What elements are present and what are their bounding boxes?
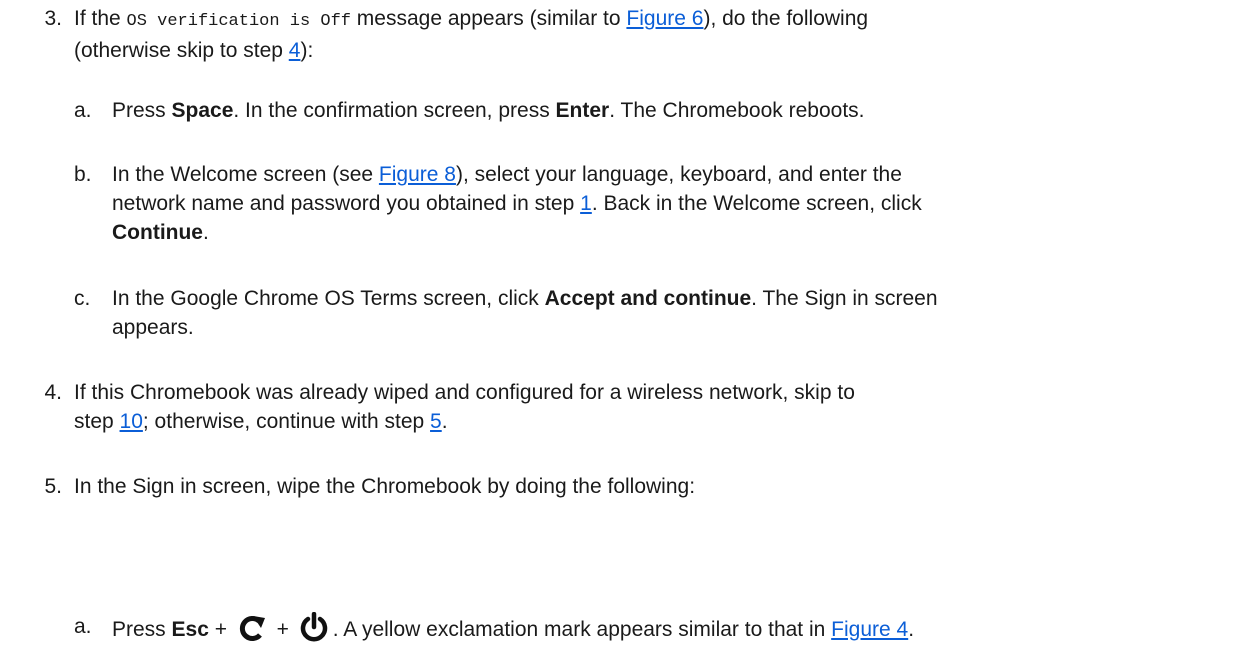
step-text: In the Welcome screen (see Figure 8), se…: [112, 163, 922, 244]
step-text: In the Sign in screen, wipe the Chromebo…: [74, 475, 696, 498]
key-esc: Esc: [171, 618, 209, 641]
step-text: In the Google Chrome OS Terms screen, cl…: [112, 287, 938, 339]
step-number: 4.: [44, 381, 62, 404]
figure-6-link[interactable]: Figure 6: [626, 7, 703, 30]
power-icon: [298, 611, 330, 650]
step-4-link[interactable]: 4: [289, 39, 301, 62]
step-5-link[interactable]: 5: [430, 410, 442, 433]
step-number: 3.: [44, 7, 62, 30]
step-text: If the OS verification is Off message ap…: [74, 7, 869, 62]
step-text: Press Space. In the confirmation screen,…: [112, 99, 865, 122]
sub-step-letter: a.: [74, 99, 92, 122]
refresh-icon: [236, 614, 268, 650]
step-10-link[interactable]: 10: [120, 410, 143, 433]
sub-step-letter: c.: [74, 287, 91, 310]
step-1-link[interactable]: 1: [580, 192, 592, 215]
step-text: Press Esc + + . A yellow exclamation mar…: [112, 611, 1203, 650]
key-space: Space: [171, 99, 234, 122]
step-text: If this Chromebook was already wiped and…: [74, 381, 855, 433]
code-text: OS verification is Off: [126, 12, 351, 31]
figure-4-link[interactable]: Figure 4: [831, 618, 908, 641]
continue-label: Continue: [112, 221, 203, 244]
document-page: 3. If the OS verification is Off message…: [0, 0, 1249, 663]
accept-continue-label: Accept and continue: [544, 287, 752, 310]
sub-step-letter: b.: [74, 163, 92, 186]
figure-8-link[interactable]: Figure 8: [379, 163, 456, 186]
key-enter: Enter: [555, 99, 610, 122]
sub-step-letter: a.: [74, 615, 92, 638]
step-number: 5.: [44, 475, 62, 498]
